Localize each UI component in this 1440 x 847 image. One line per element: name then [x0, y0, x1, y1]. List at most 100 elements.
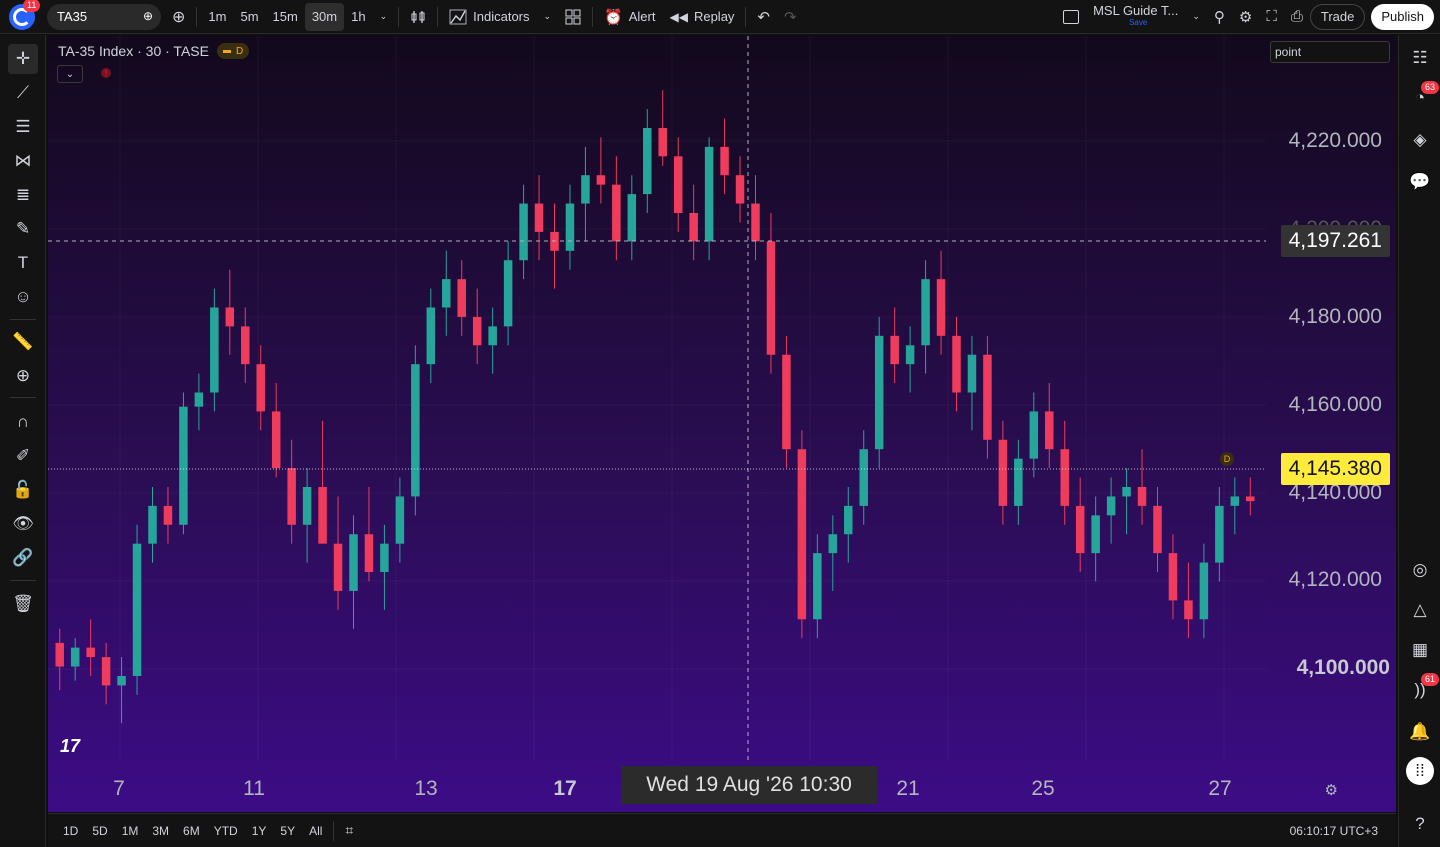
last-price-tag: 4,145.380	[1280, 453, 1390, 485]
range-5d[interactable]: 5D	[85, 824, 114, 838]
market-status-badge[interactable]: D	[216, 43, 250, 59]
goto-date-icon[interactable]: ⌗	[338, 822, 360, 839]
layout-grid-icon[interactable]	[558, 3, 588, 31]
chevron-down-icon[interactable]: ⌄	[1185, 3, 1207, 31]
calendar-icon[interactable]: ▦	[1405, 635, 1435, 665]
compare-symbol-icon[interactable]: ⊕	[165, 3, 192, 31]
ruler-icon[interactable]: 📏	[8, 327, 38, 357]
range-6m[interactable]: 6M	[176, 824, 207, 838]
range-1y[interactable]: 1Y	[245, 824, 274, 838]
candle-body	[1075, 505, 1085, 554]
layout-checkbox-icon[interactable]	[1056, 3, 1086, 31]
timeframe-1h[interactable]: 1h	[344, 3, 372, 31]
candle-body	[101, 657, 111, 686]
mountain-icon[interactable]: △	[1405, 595, 1435, 625]
chat-icon[interactable]: 💬	[1405, 167, 1435, 197]
replay-button[interactable]: ◀◀ Replay	[662, 3, 741, 31]
layout-name-button[interactable]: MSL Guide T... Save	[1086, 3, 1185, 31]
eye-icon[interactable]: 👁	[8, 509, 38, 539]
chevron-down-icon[interactable]: ⌄	[537, 3, 559, 31]
timeframe-1m[interactable]: 1m	[201, 3, 233, 31]
watch-icon[interactable]: ⊕	[143, 9, 153, 23]
time-axis-label: 17	[553, 777, 577, 800]
candles-icon[interactable]	[403, 3, 433, 31]
candle-body	[333, 543, 343, 591]
pattern-icon[interactable]: ⋈	[8, 146, 38, 176]
range-3m[interactable]: 3M	[145, 824, 176, 838]
magnet-icon[interactable]: ∩	[8, 407, 38, 437]
crosshair-icon[interactable]: ✛	[8, 44, 38, 74]
range-5y[interactable]: 5Y	[273, 824, 302, 838]
timeframe-30m[interactable]: 30m	[304, 2, 345, 31]
stream-icon[interactable]: )) 61	[1405, 673, 1440, 705]
price-axis-label: 4,100.000	[1296, 656, 1390, 679]
bell-icon[interactable]: 🔔	[1405, 717, 1435, 747]
candle-body	[194, 392, 204, 407]
pencil-lock-icon[interactable]: ✐	[8, 441, 38, 471]
fullscreen-icon[interactable]: ⛶	[1259, 3, 1284, 31]
tradingview-logo[interactable]: 17	[60, 736, 80, 757]
chart-pane[interactable]: TA-35 Index · 30 · TASE D ⌄ ! 4,220.000 …	[48, 36, 1396, 812]
trade-button[interactable]: Trade	[1309, 3, 1366, 30]
time-axis-label: 13	[414, 777, 438, 800]
trash-icon[interactable]: 🗑	[8, 589, 38, 619]
redo-icon[interactable]: ↷	[777, 3, 804, 31]
candle-body	[117, 675, 126, 686]
candle-body	[318, 487, 327, 544]
chart-legend[interactable]: TA-35 Index · 30 · TASE D	[58, 43, 250, 59]
emoji-icon[interactable]: ☺	[8, 282, 38, 312]
bottom-toolbar: 1D 5D 1M 3M 6M YTD 1Y 5Y All ⌗ 06:10:17 …	[48, 813, 1396, 847]
horizontal-lines-icon[interactable]: ☰	[8, 112, 38, 142]
layers-icon[interactable]: ◈	[1405, 125, 1435, 155]
publish-button[interactable]: Publish	[1371, 3, 1434, 30]
candle-body	[256, 364, 265, 412]
rewind-icon: ◀◀	[669, 9, 688, 24]
trend-line-icon[interactable]: ⟋	[8, 78, 38, 108]
candle-body	[1122, 487, 1131, 497]
price-axis-label: 4,120.000	[1288, 568, 1382, 591]
lock-icon[interactable]: 🔓	[8, 475, 38, 505]
time-axis-label: 7	[113, 777, 125, 800]
text-tool-icon[interactable]: T	[8, 248, 38, 278]
settings-gear-icon[interactable]: ⚙	[1232, 3, 1259, 31]
candle-body	[627, 194, 637, 242]
legend-collapse-button[interactable]: ⌄	[57, 65, 83, 83]
symbol-search[interactable]: TA35 ⊕	[47, 3, 161, 30]
indicators-button[interactable]: Indicators	[442, 3, 536, 31]
candle-body	[1153, 505, 1162, 554]
chevron-down-icon[interactable]: ⌄	[373, 3, 395, 31]
camera-icon[interactable]: ⎙	[1284, 3, 1310, 31]
account-avatar[interactable]: 11	[9, 0, 41, 30]
range-ytd[interactable]: YTD	[207, 824, 245, 838]
brush-icon[interactable]: ✎	[8, 214, 38, 244]
ideas-icon[interactable]: ◔ 63	[1405, 81, 1440, 113]
clock: 06:10:17 UTC+3	[1289, 823, 1378, 838]
candle-body	[658, 127, 667, 157]
link-icon[interactable]: 🔗	[8, 543, 38, 573]
warning-icon[interactable]: !	[101, 68, 111, 78]
zoom-in-icon[interactable]: ⊕	[8, 361, 38, 391]
point-input[interactable]	[1270, 41, 1390, 63]
apps-grid-icon[interactable]: ⁞⁞	[1406, 757, 1434, 785]
symbol-title: TA-35 Index · 30 · TASE	[58, 43, 209, 59]
watchlist-icon[interactable]: ☷	[1405, 43, 1435, 73]
candle-body	[859, 449, 868, 506]
timeframe-15m[interactable]: 15m	[266, 3, 305, 31]
range-1m[interactable]: 1M	[115, 824, 146, 838]
fib-icon[interactable]: ≣	[8, 180, 38, 210]
axis-settings-icon[interactable]: ⚙	[1325, 781, 1338, 799]
timeframe-5m[interactable]: 5m	[233, 3, 265, 31]
time-axis-label: 21	[896, 777, 920, 800]
price-chart[interactable]	[48, 36, 1396, 812]
alert-button[interactable]: ⏰ Alert	[597, 3, 662, 31]
range-all[interactable]: All	[302, 824, 329, 838]
candle-body	[1230, 496, 1240, 506]
range-1d[interactable]: 1D	[56, 824, 85, 838]
dividend-marker[interactable]: D	[1220, 452, 1234, 466]
quick-search-icon[interactable]: ⚲	[1207, 3, 1232, 31]
indicators-icon	[449, 9, 467, 24]
help-icon[interactable]: ?	[1405, 809, 1435, 839]
candle-body	[241, 326, 250, 365]
target-icon[interactable]: ◎	[1405, 555, 1435, 585]
undo-icon[interactable]: ↶	[750, 3, 777, 31]
